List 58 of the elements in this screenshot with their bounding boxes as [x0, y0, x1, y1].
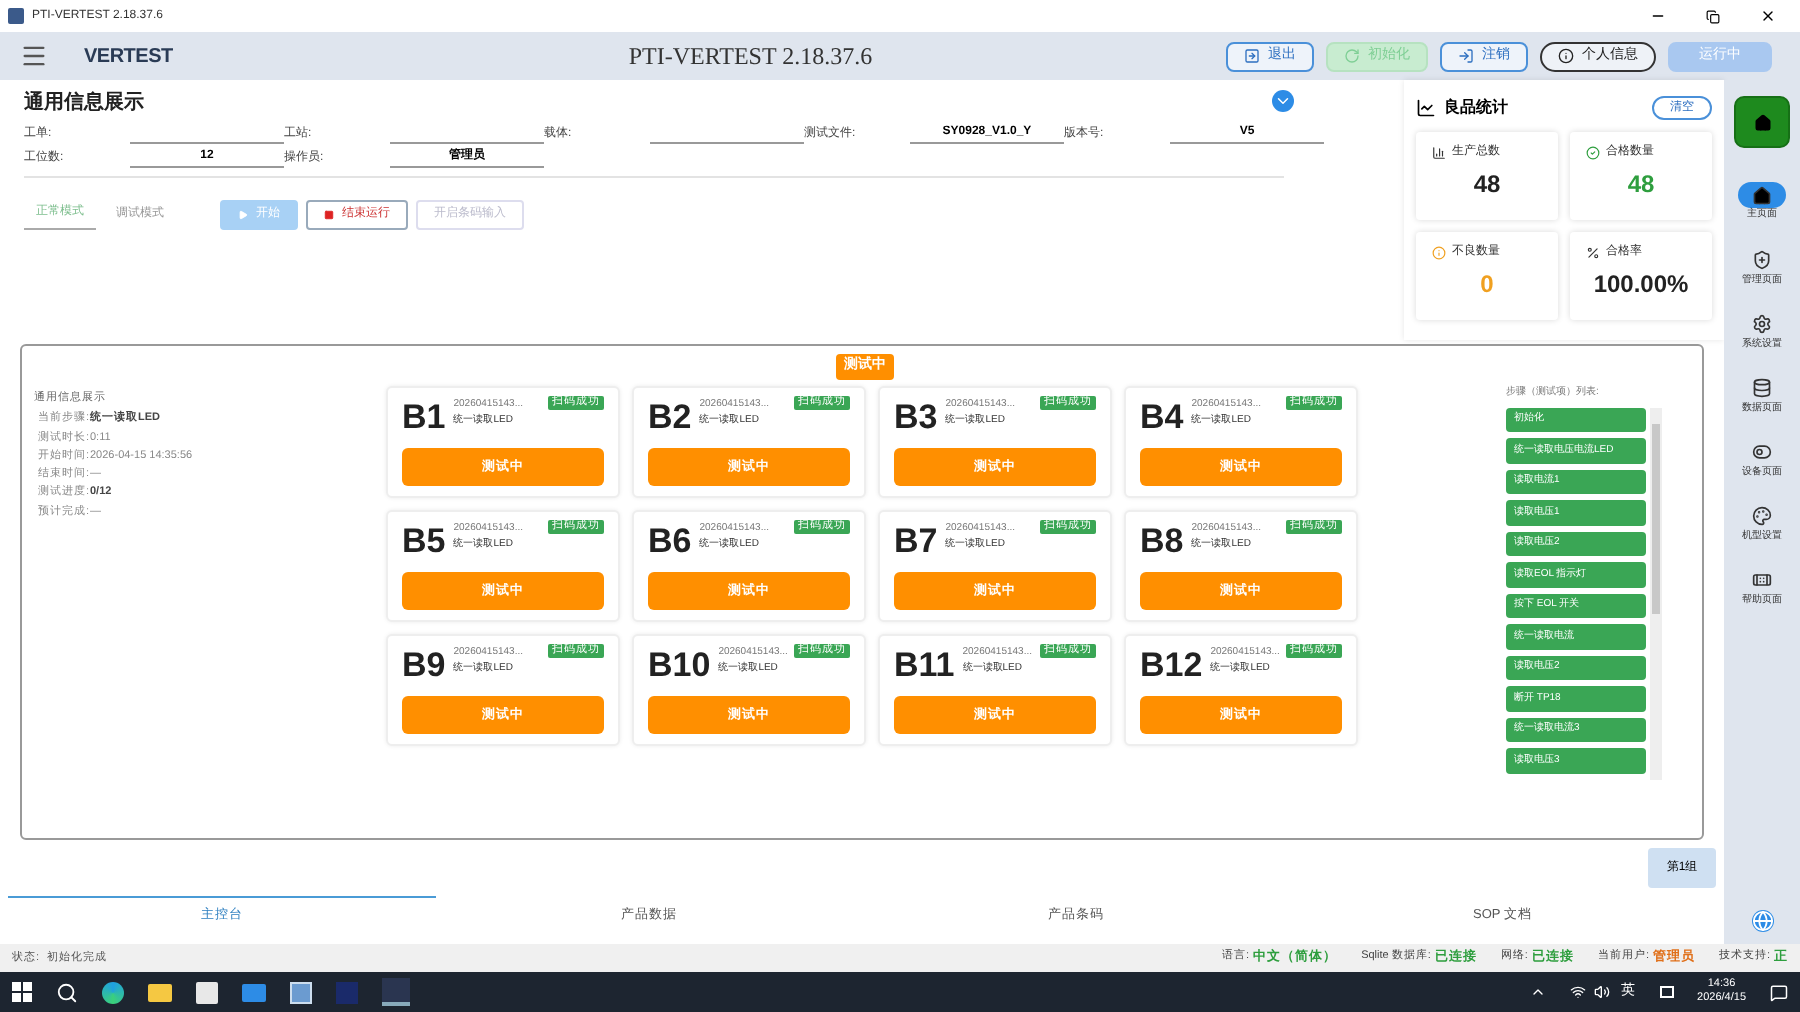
app-icon[interactable]	[290, 981, 312, 1003]
model-icon	[1752, 506, 1772, 526]
station-label: B8	[1140, 520, 1184, 564]
browser-icon[interactable]	[102, 981, 124, 1003]
pass-icon	[1586, 146, 1600, 160]
mail-icon[interactable]	[242, 983, 266, 1001]
total-icon	[1432, 146, 1446, 160]
station-label: B11	[894, 644, 955, 688]
menu-icon[interactable]	[20, 42, 48, 70]
station-label: B4	[1140, 396, 1184, 440]
store-icon[interactable]	[196, 981, 218, 1003]
home-icon	[1752, 185, 1772, 205]
stat-value: 100.00%	[1591, 268, 1691, 302]
search-icon[interactable]	[56, 981, 78, 1003]
network-icon[interactable]	[1569, 984, 1586, 1000]
station-label: B10	[648, 644, 711, 688]
folder-icon[interactable]	[148, 983, 172, 1001]
stat-value: 0	[1478, 268, 1496, 302]
stat-value: 48	[1471, 168, 1503, 202]
play-icon	[238, 209, 248, 219]
volume-icon[interactable]	[1593, 984, 1610, 1000]
stop-icon	[324, 209, 334, 219]
home-icon	[1753, 113, 1771, 131]
station-label: B2	[648, 396, 692, 440]
notification-icon[interactable]	[1770, 983, 1788, 1001]
admin-icon	[1752, 250, 1772, 270]
station-label: B6	[648, 520, 692, 564]
data-icon	[1752, 378, 1772, 398]
station-label: B1	[402, 396, 446, 440]
globe-icon[interactable]	[1751, 910, 1773, 932]
settings-icon	[1752, 314, 1772, 334]
exit-icon	[1244, 48, 1260, 64]
home-button[interactable]	[1734, 96, 1790, 148]
restore-icon[interactable]	[1706, 9, 1720, 23]
windows-icon[interactable]	[12, 982, 32, 1002]
station-label: B7	[894, 520, 938, 564]
station-label: B3	[894, 396, 938, 440]
keyboard-icon[interactable]	[1659, 986, 1674, 998]
device-icon	[1752, 442, 1772, 462]
logout-icon	[1458, 48, 1474, 64]
app-icon	[8, 8, 24, 24]
station-label: B5	[402, 520, 446, 564]
app-icon[interactable]	[382, 978, 410, 1006]
station-label: B9	[402, 644, 446, 688]
chart-icon	[1416, 98, 1436, 118]
scrollbar[interactable]	[1650, 407, 1662, 779]
app-title: PTI-VERTEST 2.18.37.6	[628, 40, 873, 74]
stats-title: 良品统计	[1444, 96, 1508, 120]
stat-value: 48	[1625, 168, 1657, 202]
collapse-icon[interactable]	[1272, 90, 1294, 112]
fail-icon	[1432, 246, 1446, 260]
logo: VERTEST	[84, 43, 173, 71]
section-title: 通用信息展示	[24, 89, 144, 118]
rate-icon	[1586, 246, 1600, 260]
profile-icon	[1558, 48, 1574, 64]
station-label: B12	[1140, 644, 1203, 688]
init-icon	[1344, 48, 1360, 64]
close-icon[interactable]	[1760, 8, 1776, 24]
